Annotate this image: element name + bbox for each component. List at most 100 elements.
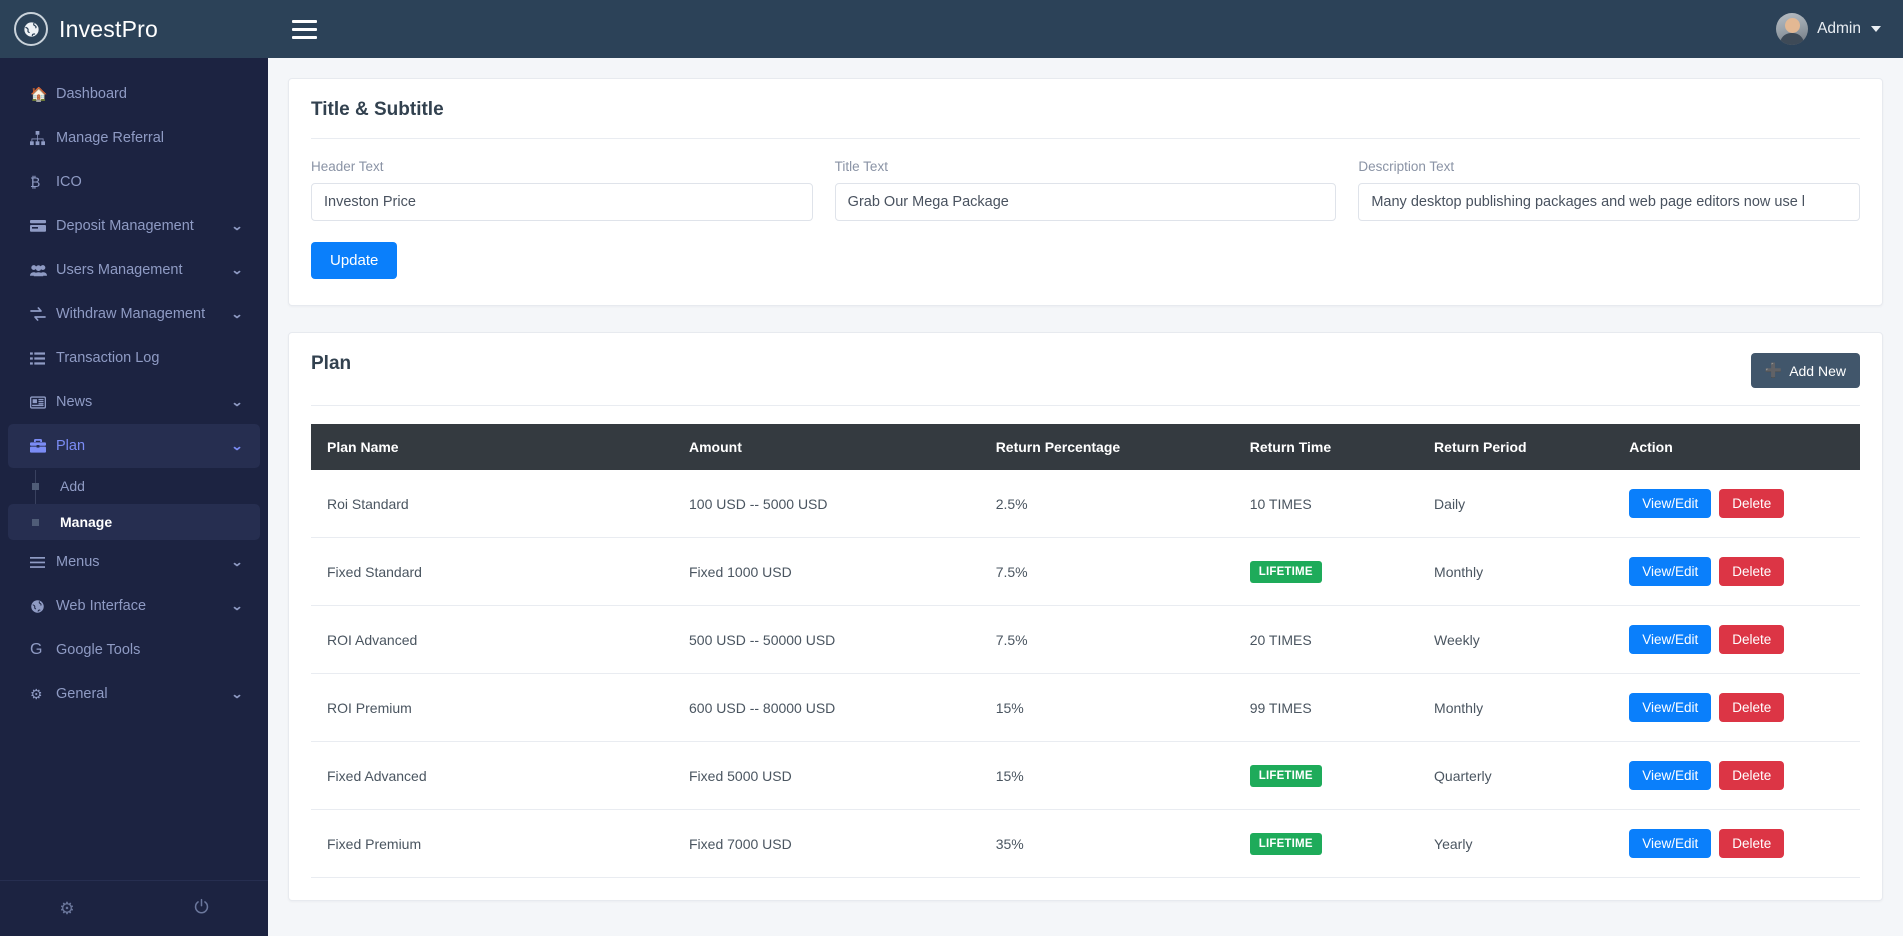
table-row: ROI Advanced500 USD -- 50000 USD7.5%20 T… — [311, 606, 1860, 674]
view-edit-button[interactable]: View/Edit — [1629, 557, 1711, 586]
cell-name: ROI Premium — [311, 674, 675, 742]
table-header: Plan Name Amount Return Percentage Retur… — [311, 424, 1860, 470]
card-title: Title & Subtitle — [311, 99, 444, 121]
cell-percentage: 7.5% — [982, 538, 1236, 606]
user-menu[interactable]: Admin — [1776, 13, 1881, 45]
plan-submenu: Add Manage — [0, 468, 268, 540]
delete-button[interactable]: Delete — [1719, 625, 1784, 654]
view-edit-button[interactable]: View/Edit — [1629, 489, 1711, 518]
sitemap-icon — [30, 131, 56, 146]
hamburger-icon[interactable] — [292, 20, 317, 39]
plan-title: Plan — [311, 353, 351, 375]
power-icon[interactable] — [134, 898, 268, 920]
sidebar-item-ico[interactable]: ₿ ICO — [8, 160, 260, 204]
add-new-button[interactable]: ➕ Add New — [1751, 353, 1860, 388]
sidebar-item-dashboard[interactable]: 🏠 Dashboard — [8, 72, 260, 116]
cell-percentage: 7.5% — [982, 606, 1236, 674]
sidebar-subitem-add[interactable]: Add — [8, 468, 260, 504]
delete-button[interactable]: Delete — [1719, 557, 1784, 586]
sidebar-item-label: General — [56, 686, 232, 702]
cell-period: Monthly — [1420, 674, 1615, 742]
lifetime-badge: LIFETIME — [1250, 833, 1322, 855]
column-action: Action — [1615, 424, 1860, 470]
sidebar-footer: ⚙ — [0, 880, 268, 936]
sidebar: 🏠 Dashboard Manage Referral ₿ ICO Deposi… — [0, 58, 268, 936]
top-bar: InvestPro Admin — [0, 0, 1903, 58]
cell-amount: Fixed 5000 USD — [675, 742, 982, 810]
cell-percentage: 35% — [982, 810, 1236, 878]
sidebar-item-general[interactable]: ⚙ General ⌄ — [8, 672, 260, 716]
list-icon — [30, 352, 56, 365]
cell-period: Weekly — [1420, 606, 1615, 674]
cell-action: View/Edit Delete — [1615, 742, 1860, 810]
title-subtitle-card: Title & Subtitle Header Text Title Text … — [288, 78, 1883, 306]
sidebar-item-label: ICO — [56, 174, 242, 190]
cell-period: Daily — [1420, 470, 1615, 538]
sidebar-item-withdraw-management[interactable]: Withdraw Management ⌄ — [8, 292, 260, 336]
description-text-group: Description Text — [1358, 159, 1860, 221]
chevron-down-icon: ⌄ — [231, 439, 244, 453]
title-text-input[interactable] — [835, 183, 1337, 221]
cell-time: 10 TIMES — [1236, 470, 1420, 538]
table-body: Roi Standard100 USD -- 5000 USD2.5%10 TI… — [311, 470, 1860, 878]
delete-button[interactable]: Delete — [1719, 489, 1784, 518]
table-row: ROI Premium600 USD -- 80000 USD15%99 TIM… — [311, 674, 1860, 742]
chevron-down-icon: ⌄ — [231, 599, 244, 613]
description-text-input[interactable] — [1358, 183, 1860, 221]
globe-icon — [30, 599, 56, 614]
sidebar-item-deposit-management[interactable]: Deposit Management ⌄ — [8, 204, 260, 248]
cell-amount: Fixed 7000 USD — [675, 810, 982, 878]
cell-amount: 100 USD -- 5000 USD — [675, 470, 982, 538]
table-row: Fixed AdvancedFixed 5000 USD15%LIFETIMEQ… — [311, 742, 1860, 810]
brand-name: InvestPro — [59, 16, 158, 43]
sidebar-item-web-interface[interactable]: Web Interface ⌄ — [8, 584, 260, 628]
card-icon — [30, 220, 56, 232]
cell-amount: 600 USD -- 80000 USD — [675, 674, 982, 742]
sidebar-item-manage-referral[interactable]: Manage Referral — [8, 116, 260, 160]
delete-button[interactable]: Delete — [1719, 829, 1784, 858]
add-new-label: Add New — [1789, 363, 1846, 379]
column-return-time: Return Time — [1236, 424, 1420, 470]
cell-action: View/Edit Delete — [1615, 470, 1860, 538]
view-edit-button[interactable]: View/Edit — [1629, 625, 1711, 654]
delete-button[interactable]: Delete — [1719, 761, 1784, 790]
briefcase-icon — [30, 439, 56, 453]
bullet-icon — [32, 519, 39, 526]
column-return-percentage: Return Percentage — [982, 424, 1236, 470]
cell-name: Fixed Standard — [311, 538, 675, 606]
delete-button[interactable]: Delete — [1719, 693, 1784, 722]
title-text-group: Title Text — [835, 159, 1337, 221]
sidebar-item-transaction-log[interactable]: Transaction Log — [8, 336, 260, 380]
sidebar-item-google-tools[interactable]: G Google Tools — [8, 628, 260, 672]
cell-action: View/Edit Delete — [1615, 606, 1860, 674]
sidebar-subitem-manage[interactable]: Manage — [8, 504, 260, 540]
sidebar-item-news[interactable]: News ⌄ — [8, 380, 260, 424]
description-text-label: Description Text — [1358, 159, 1860, 174]
view-edit-button[interactable]: View/Edit — [1629, 829, 1711, 858]
chevron-down-icon — [1871, 26, 1881, 32]
sidebar-item-label: Manage Referral — [56, 130, 242, 146]
plan-card: Plan ➕ Add New Plan Name Amount — [288, 332, 1883, 901]
view-edit-button[interactable]: View/Edit — [1629, 693, 1711, 722]
sidebar-item-menus[interactable]: Menus ⌄ — [8, 540, 260, 584]
view-edit-button[interactable]: View/Edit — [1629, 761, 1711, 790]
sidebar-item-label: Google Tools — [56, 642, 242, 658]
sidebar-item-label: Web Interface — [56, 598, 232, 614]
sidebar-item-users-management[interactable]: Users Management ⌄ — [8, 248, 260, 292]
table-row: Fixed PremiumFixed 7000 USD35%LIFETIMEYe… — [311, 810, 1860, 878]
header-text-input[interactable] — [311, 183, 813, 221]
sidebar-item-label: Menus — [56, 554, 232, 570]
cell-time: 99 TIMES — [1236, 674, 1420, 742]
lifetime-badge: LIFETIME — [1250, 561, 1322, 583]
sidebar-item-plan[interactable]: Plan ⌄ — [8, 424, 260, 468]
cell-time: LIFETIME — [1236, 742, 1420, 810]
chevron-down-icon: ⌄ — [231, 307, 244, 321]
plus-icon: ➕ — [1765, 362, 1782, 379]
sidebar-item-label: Transaction Log — [56, 350, 242, 366]
update-button[interactable]: Update — [311, 242, 397, 279]
settings-gear-icon[interactable]: ⚙ — [0, 899, 134, 919]
sidebar-item-label: Withdraw Management — [56, 306, 232, 322]
sidebar-subitem-label: Add — [60, 478, 85, 494]
brand[interactable]: InvestPro — [0, 0, 268, 58]
cell-action: View/Edit Delete — [1615, 810, 1860, 878]
